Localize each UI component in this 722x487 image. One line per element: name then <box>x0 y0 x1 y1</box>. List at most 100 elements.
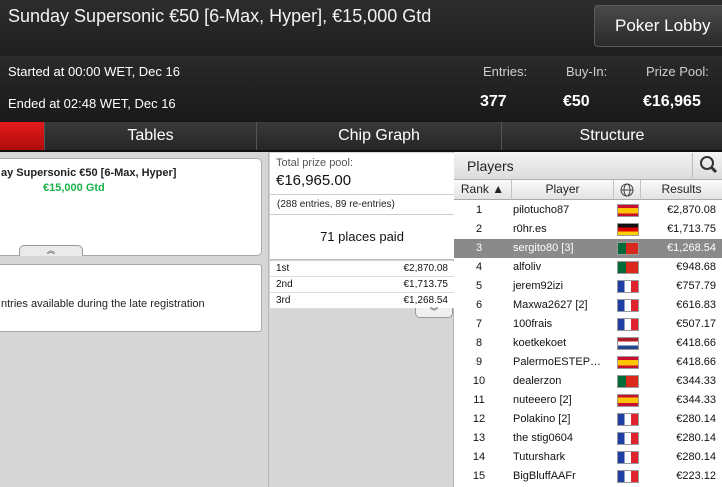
player-row[interactable]: 5 jerem92izi €757.79 <box>454 277 722 296</box>
player-row[interactable]: 2 r0hr.es €1,713.75 <box>454 220 722 239</box>
player-name: PalermoESTEP… <box>513 356 602 368</box>
col-country[interactable] <box>614 180 641 200</box>
player-name: BigBluffAAFr <box>513 470 576 482</box>
search-icon <box>700 156 718 174</box>
expand-up-icon[interactable]: ︽ <box>19 245 83 256</box>
country-flag-icon <box>617 337 639 350</box>
player-name: sergito80 [3] <box>513 242 574 254</box>
payout-amount: €1,268.54 <box>403 295 449 306</box>
player-result: €757.79 <box>676 280 716 292</box>
started-time: Started at 00:00 WET, Dec 16 <box>8 64 180 79</box>
player-rank: 5 <box>475 280 483 292</box>
players-title: Players <box>467 158 514 174</box>
player-row[interactable]: 11 nuteeero [2] €344.33 <box>454 391 722 410</box>
tab-structure[interactable]: Structure <box>501 122 722 150</box>
country-flag-icon <box>617 356 639 369</box>
player-result: €1,268.54 <box>667 242 716 254</box>
country-flag-icon <box>617 451 639 464</box>
player-row[interactable]: 6 Maxwa2627 [2] €616.83 <box>454 296 722 315</box>
tournament-guarantee: €15,000 Gtd <box>43 182 105 194</box>
player-result: €418.66 <box>676 337 716 349</box>
col-results[interactable]: Results <box>641 180 722 200</box>
payout-place: 2nd <box>276 279 293 290</box>
player-row[interactable]: 12 Polakino [2] €280.14 <box>454 410 722 429</box>
places-paid-text: 71 places paid <box>320 229 404 244</box>
country-flag-icon <box>617 261 639 274</box>
player-rank: 2 <box>475 223 483 235</box>
payout-row: 2nd €1,713.75 <box>270 277 454 293</box>
player-result: €223.12 <box>676 470 716 482</box>
country-flag-icon <box>617 223 639 236</box>
payout-row: 3rd €1,268.54 <box>270 293 454 309</box>
window-title: Sunday Supersonic €50 [6-Max, Hyper], €1… <box>8 6 432 26</box>
player-name: Polakino [2] <box>513 413 571 425</box>
entries-breakdown: (288 entries, 89 re-entries) <box>270 195 454 215</box>
entries-value: 377 <box>480 93 507 110</box>
window-header: Sunday Supersonic €50 [6-Max, Hyper], €1… <box>0 0 722 56</box>
player-result: €280.14 <box>676 432 716 444</box>
col-player[interactable]: Player <box>512 180 614 200</box>
player-name: dealerzon <box>513 375 562 387</box>
player-row[interactable]: 15 BigBluffAAFr €223.12 <box>454 467 722 486</box>
player-name: r0hr.es <box>513 223 547 235</box>
late-registration-card: ntries available during the late registr… <box>0 264 262 332</box>
places-paid-box: 71 places paid <box>270 215 454 260</box>
player-name: koetkekoet <box>513 337 567 349</box>
ended-time: Ended at 02:48 WET, Dec 16 <box>8 96 176 111</box>
total-prize-label: Total prize pool: <box>276 157 354 169</box>
player-row[interactable]: 10 dealerzon €344.33 <box>454 372 722 391</box>
globe-icon <box>620 183 634 197</box>
player-name: pilotucho87 <box>513 204 570 216</box>
tab-info[interactable] <box>0 122 44 150</box>
tab-bar: Tables Chip Graph Structure <box>0 122 722 152</box>
player-result: €2,870.08 <box>667 204 716 216</box>
total-prize-box: Total prize pool: €16,965.00 <box>270 153 454 195</box>
player-result: €418.66 <box>676 356 716 368</box>
player-name: the stig0604 <box>513 432 573 444</box>
player-rank: 10 <box>472 375 486 387</box>
player-result: €344.33 <box>676 375 716 387</box>
player-row[interactable]: 14 Tuturshark €280.14 <box>454 448 722 467</box>
expand-down-icon[interactable]: ︾ <box>415 308 453 318</box>
payout-row: 1st €2,870.08 <box>270 261 454 277</box>
payout-place: 1st <box>276 263 290 274</box>
players-panel: Players Rank ▲ Player Results 1 pilotucho… <box>454 152 722 487</box>
tournament-details-panel: ay Supersonic €50 [6-Max, Hyper] €15,000… <box>0 152 268 487</box>
payout-place: 3rd <box>276 295 291 306</box>
tab-chip-graph[interactable]: Chip Graph <box>256 122 501 150</box>
tab-tables[interactable]: Tables <box>44 122 256 150</box>
player-row[interactable]: 9 PalermoESTEP… €418.66 <box>454 353 722 372</box>
player-row[interactable]: 7 100frais €507.17 <box>454 315 722 334</box>
search-button[interactable] <box>692 153 722 178</box>
player-name: Tuturshark <box>513 451 566 463</box>
player-rank: 4 <box>475 261 483 273</box>
player-row[interactable]: 3 sergito80 [3] €1,268.54 <box>454 239 722 258</box>
player-rank: 12 <box>472 413 486 425</box>
player-name: nuteeero [2] <box>513 394 572 406</box>
player-rank: 13 <box>472 432 486 444</box>
entries-breakdown-text: (288 entries, 89 re-entries) <box>277 199 395 210</box>
player-rank: 9 <box>475 356 483 368</box>
player-rank: 15 <box>472 470 486 482</box>
player-row[interactable]: 1 pilotucho87 €2,870.08 <box>454 201 722 220</box>
player-rank: 7 <box>475 318 483 330</box>
country-flag-icon <box>617 280 639 293</box>
country-flag-icon <box>617 413 639 426</box>
player-row[interactable]: 13 the stig0604 €280.14 <box>454 429 722 448</box>
players-header: Players <box>454 152 722 180</box>
player-name: 100frais <box>513 318 553 330</box>
poker-lobby-button[interactable]: Poker Lobby <box>594 5 722 47</box>
player-result: €344.33 <box>676 394 716 406</box>
player-row[interactable]: 4 alfoliv €948.68 <box>454 258 722 277</box>
buyin-value: €50 <box>563 93 590 110</box>
tournament-name-card: ay Supersonic €50 [6-Max, Hyper] €15,000… <box>0 158 262 256</box>
col-rank[interactable]: Rank ▲ <box>454 180 512 200</box>
entries-label: Entries: <box>483 64 528 79</box>
tournament-name: ay Supersonic €50 [6-Max, Hyper] <box>1 167 177 179</box>
tournament-info-bar: Started at 00:00 WET, Dec 16 Ended at 02… <box>0 56 722 122</box>
prize-panel: Total prize pool: €16,965.00 (288 entrie… <box>268 152 454 487</box>
player-row[interactable]: 8 koetkekoet €418.66 <box>454 334 722 353</box>
player-result: €616.83 <box>676 299 716 311</box>
player-result: €280.14 <box>676 413 716 425</box>
buyin-label: Buy-In: <box>566 64 608 79</box>
